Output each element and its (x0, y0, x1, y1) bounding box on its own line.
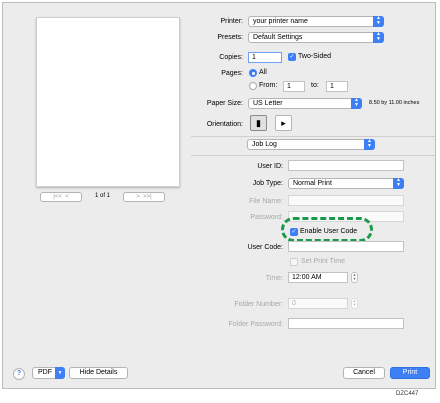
user-code-label: User Code: (247, 244, 283, 251)
pages-to-input[interactable]: 1 (326, 81, 348, 92)
copies-input[interactable]: 1 (248, 52, 282, 63)
folder-number-label: Folder Number: (234, 301, 283, 308)
print-button[interactable]: Print (390, 367, 430, 379)
job-type-label: Job Type: (252, 180, 283, 187)
pages-to-label: to: (311, 82, 319, 89)
chevron-updown-icon: ▲ ▼ (393, 178, 404, 189)
page-preview (36, 17, 180, 187)
set-print-time-checkbox[interactable] (290, 258, 298, 266)
chevron-updown-icon: ▲ ▼ (373, 32, 384, 43)
landscape-orientation-button[interactable]: ▸ (275, 115, 292, 131)
last-page-button[interactable]: >>| (143, 194, 152, 200)
password-label: Password: (250, 214, 283, 221)
chevron-updown-icon: ▲ ▼ (364, 139, 375, 150)
time-input[interactable]: 12:00 AM (288, 272, 348, 283)
help-button[interactable]: ? (13, 368, 25, 380)
section-value: Job Log (252, 141, 277, 148)
two-sided-label: Two-Sided (298, 53, 332, 60)
folder-number-stepper[interactable]: ▲ ▼ (351, 298, 358, 309)
section-divider (191, 155, 435, 156)
pages-label: Pages: (221, 70, 243, 77)
folder-number-input[interactable]: 0 (288, 298, 348, 309)
pages-from-input[interactable]: 1 (283, 81, 305, 92)
pages-all-label: All (259, 69, 267, 76)
print-dialog: |<< < 1 of 1 > >>| Printer: your printer… (2, 2, 436, 389)
paper-dimensions: 8.50 by 11.00 inches (369, 100, 420, 106)
presets-label: Presets: (217, 34, 243, 41)
preview-next-buttons[interactable]: > >>| (123, 192, 165, 202)
portrait-person-icon: ▮ (256, 118, 261, 128)
time-label: Time: (265, 275, 283, 282)
user-id-input[interactable] (288, 160, 404, 171)
chevron-down-icon: ▼ (55, 367, 65, 379)
paper-size-value: US Letter (253, 100, 283, 107)
pages-all-radio[interactable] (249, 69, 257, 77)
copies-label: Copies: (219, 54, 243, 61)
next-page-button[interactable]: > (136, 194, 140, 200)
enable-user-code-checkbox[interactable]: ✓ (290, 228, 298, 236)
page-indicator: 1 of 1 (95, 193, 111, 199)
preview-prev-buttons[interactable]: |<< < (40, 192, 82, 202)
section-select[interactable]: Job Log ▲ ▼ (247, 139, 375, 150)
paper-size-select[interactable]: US Letter ▲ ▼ (248, 98, 362, 109)
landscape-person-icon: ▸ (281, 118, 286, 128)
printer-select[interactable]: your printer name ▲ ▼ (248, 16, 384, 27)
file-name-input[interactable] (288, 195, 404, 206)
time-stepper[interactable]: ▲ ▼ (351, 272, 358, 283)
cancel-button[interactable]: Cancel (343, 367, 385, 379)
presets-select[interactable]: Default Settings ▲ ▼ (248, 32, 384, 43)
set-print-time-label: Set Print Time (301, 258, 345, 265)
enable-user-code-label: Enable User Code (300, 228, 358, 235)
pdf-label: PDF (38, 369, 52, 376)
user-code-input[interactable] (288, 241, 404, 252)
section-divider (191, 136, 435, 137)
prev-page-button[interactable]: < (65, 194, 69, 200)
two-sided-checkbox[interactable]: ✓ (288, 53, 296, 61)
folder-password-label: Folder Password: (228, 321, 283, 328)
hide-details-button[interactable]: Hide Details (69, 367, 128, 379)
chevron-updown-icon: ▲ ▼ (351, 98, 362, 109)
user-id-label: User ID: (257, 163, 283, 170)
chevron-updown-icon: ▲ ▼ (373, 16, 384, 27)
portrait-orientation-button[interactable]: ▮ (250, 115, 267, 131)
job-type-select[interactable]: Normal Print ▲ ▼ (288, 178, 404, 189)
figure-code: DZC447 (396, 391, 419, 397)
printer-label: Printer: (220, 18, 243, 25)
pages-from-radio[interactable] (249, 82, 257, 90)
orientation-label: Orientation: (206, 121, 243, 128)
pages-from-label: From: (259, 82, 278, 89)
first-page-button[interactable]: |<< (53, 194, 62, 200)
job-type-value: Normal Print (293, 180, 332, 187)
file-name-label: File Name: (249, 198, 283, 205)
printer-value: your printer name (253, 18, 308, 25)
paper-size-label: Paper Size: (206, 100, 243, 107)
presets-value: Default Settings (253, 34, 303, 41)
pdf-menu-button[interactable]: PDF ▼ (32, 367, 65, 379)
folder-password-input[interactable] (288, 318, 404, 329)
